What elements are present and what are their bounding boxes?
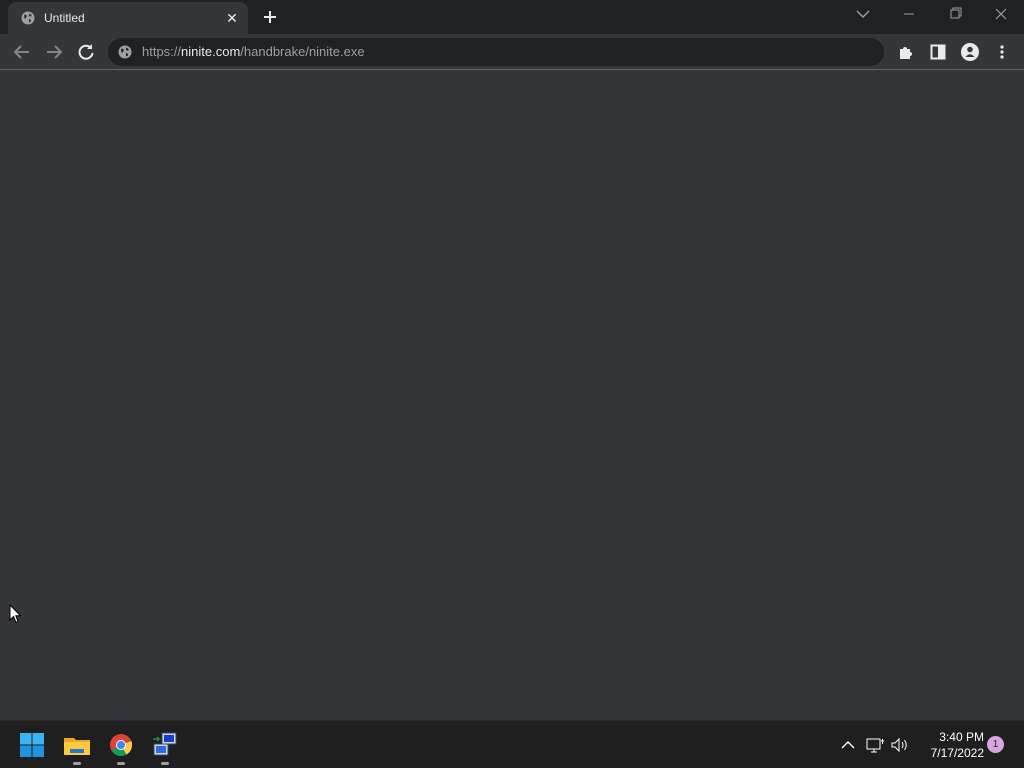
mouse-cursor-icon xyxy=(9,604,22,624)
file-explorer-taskbar-button[interactable] xyxy=(61,729,93,765)
browser-toolbar: https://ninite.com/handbrake/ninite.exe xyxy=(0,34,1024,70)
address-bar[interactable]: https://ninite.com/handbrake/ninite.exe xyxy=(108,38,884,66)
browser-tab[interactable]: Untitled ✕ xyxy=(8,2,248,34)
running-indicator xyxy=(161,762,169,765)
close-tab-icon[interactable]: ✕ xyxy=(224,10,240,26)
network-setup-taskbar-button[interactable] xyxy=(149,729,181,765)
running-indicator xyxy=(117,762,125,765)
url-text: https://ninite.com/handbrake/ninite.exe xyxy=(142,44,365,60)
close-window-icon[interactable] xyxy=(978,0,1024,30)
file-explorer-icon xyxy=(64,738,90,755)
restore-icon[interactable] xyxy=(932,0,978,30)
speaker-volume-icon[interactable] xyxy=(890,735,910,755)
url-scheme: https:// xyxy=(142,44,182,59)
running-indicator xyxy=(73,762,81,765)
chevron-up-icon[interactable] xyxy=(838,735,858,755)
url-host: ninite.com xyxy=(181,44,241,59)
network-icon[interactable] xyxy=(865,735,885,755)
windows-start-icon[interactable] xyxy=(16,729,48,761)
chrome-taskbar-button[interactable] xyxy=(105,729,137,765)
minimize-icon[interactable] xyxy=(886,0,932,30)
taskbar-clock[interactable]: 3:40 PM 7/17/2022 xyxy=(914,729,984,761)
tab-strip: Untitled ✕ xyxy=(0,0,1024,34)
chrome-icon xyxy=(110,734,133,756)
clock-date: 7/17/2022 xyxy=(930,746,984,760)
notification-badge[interactable]: 1 xyxy=(987,736,1004,753)
reload-icon[interactable] xyxy=(72,38,100,66)
back-arrow-icon[interactable] xyxy=(8,38,36,66)
tab-title: Untitled xyxy=(44,11,85,25)
side-panel-icon[interactable] xyxy=(924,38,952,66)
extensions-puzzle-icon[interactable] xyxy=(892,38,920,66)
chevron-down-icon[interactable] xyxy=(853,6,873,22)
screen: Untitled ✕ https://ninite.com/handbrake/… xyxy=(0,0,1024,768)
taskbar: 3:40 PM 7/17/2022 xyxy=(0,720,1024,768)
profile-avatar-icon[interactable] xyxy=(956,38,984,66)
network-setup-icon xyxy=(153,732,177,756)
globe-icon xyxy=(21,11,35,25)
url-path: /handbrake/ninite.exe xyxy=(240,44,365,59)
kebab-menu-icon[interactable] xyxy=(988,38,1016,66)
page-content xyxy=(0,71,1024,720)
clock-time: 3:40 PM xyxy=(939,730,984,744)
forward-arrow-icon[interactable] xyxy=(40,38,68,66)
globe-icon[interactable] xyxy=(118,45,132,59)
new-tab-icon[interactable] xyxy=(259,6,281,28)
